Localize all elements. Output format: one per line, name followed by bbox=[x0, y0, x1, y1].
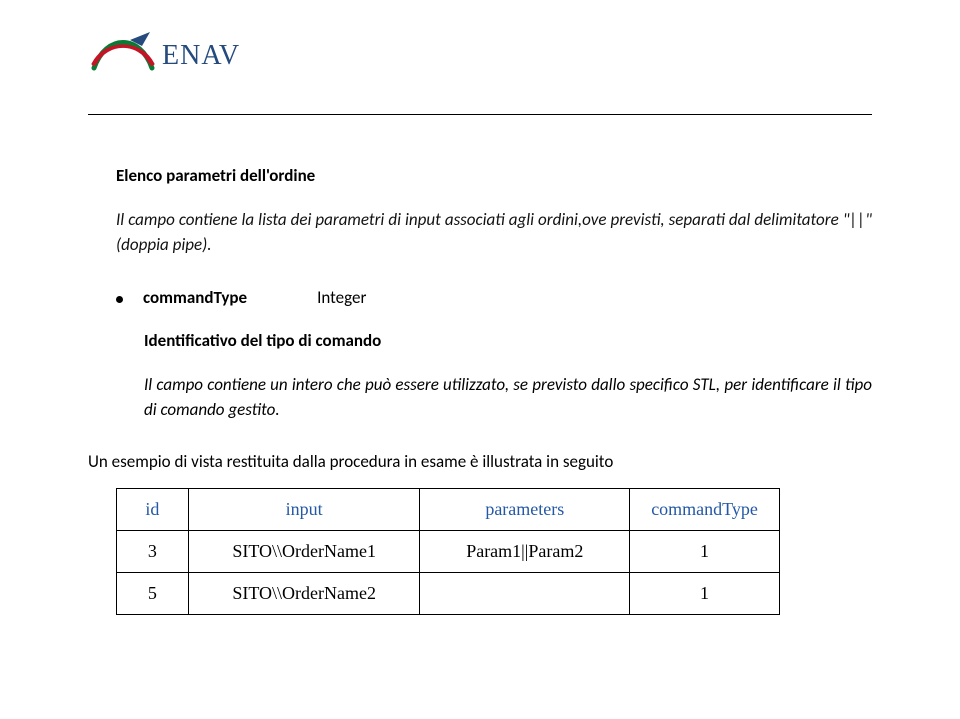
bullet-icon bbox=[116, 296, 123, 303]
logo-text: ENAV bbox=[162, 40, 240, 72]
document-page: ENAV Elenco parametri dell'ordine Il cam… bbox=[0, 0, 960, 655]
field-subbody: Il campo contiene un intero che può esse… bbox=[144, 373, 872, 422]
field-name: commandType bbox=[143, 287, 247, 308]
cell-parameters: Param1||Param2 bbox=[420, 530, 630, 572]
col-parameters: parameters bbox=[420, 488, 630, 530]
col-commandtype: commandType bbox=[630, 488, 780, 530]
cell-commandtype: 1 bbox=[630, 572, 780, 614]
enav-logo-icon bbox=[88, 28, 158, 84]
col-id: id bbox=[117, 488, 189, 530]
example-table: id input parameters commandType 3 SITO\\… bbox=[116, 488, 780, 615]
header-rule bbox=[88, 114, 872, 115]
table-row: 3 SITO\\OrderName1 Param1||Param2 1 bbox=[117, 530, 780, 572]
cell-input: SITO\\OrderName2 bbox=[188, 572, 420, 614]
section-body: Il campo contiene la lista dei parametri… bbox=[116, 208, 872, 257]
cell-input: SITO\\OrderName1 bbox=[188, 530, 420, 572]
cell-parameters bbox=[420, 572, 630, 614]
cell-id: 3 bbox=[117, 530, 189, 572]
cell-commandtype: 1 bbox=[630, 530, 780, 572]
table-header-row: id input parameters commandType bbox=[117, 488, 780, 530]
field-type: Integer bbox=[317, 287, 366, 308]
field-subheading: Identificativo del tipo di comando bbox=[144, 330, 872, 351]
section-heading: Elenco parametri dell'ordine bbox=[116, 165, 872, 186]
col-input: input bbox=[188, 488, 420, 530]
field-row: commandType Integer bbox=[116, 287, 872, 308]
cell-id: 5 bbox=[117, 572, 189, 614]
logo: ENAV bbox=[88, 28, 872, 84]
table-row: 5 SITO\\OrderName2 1 bbox=[117, 572, 780, 614]
example-intro: Un esempio di vista restituita dalla pro… bbox=[88, 451, 872, 472]
